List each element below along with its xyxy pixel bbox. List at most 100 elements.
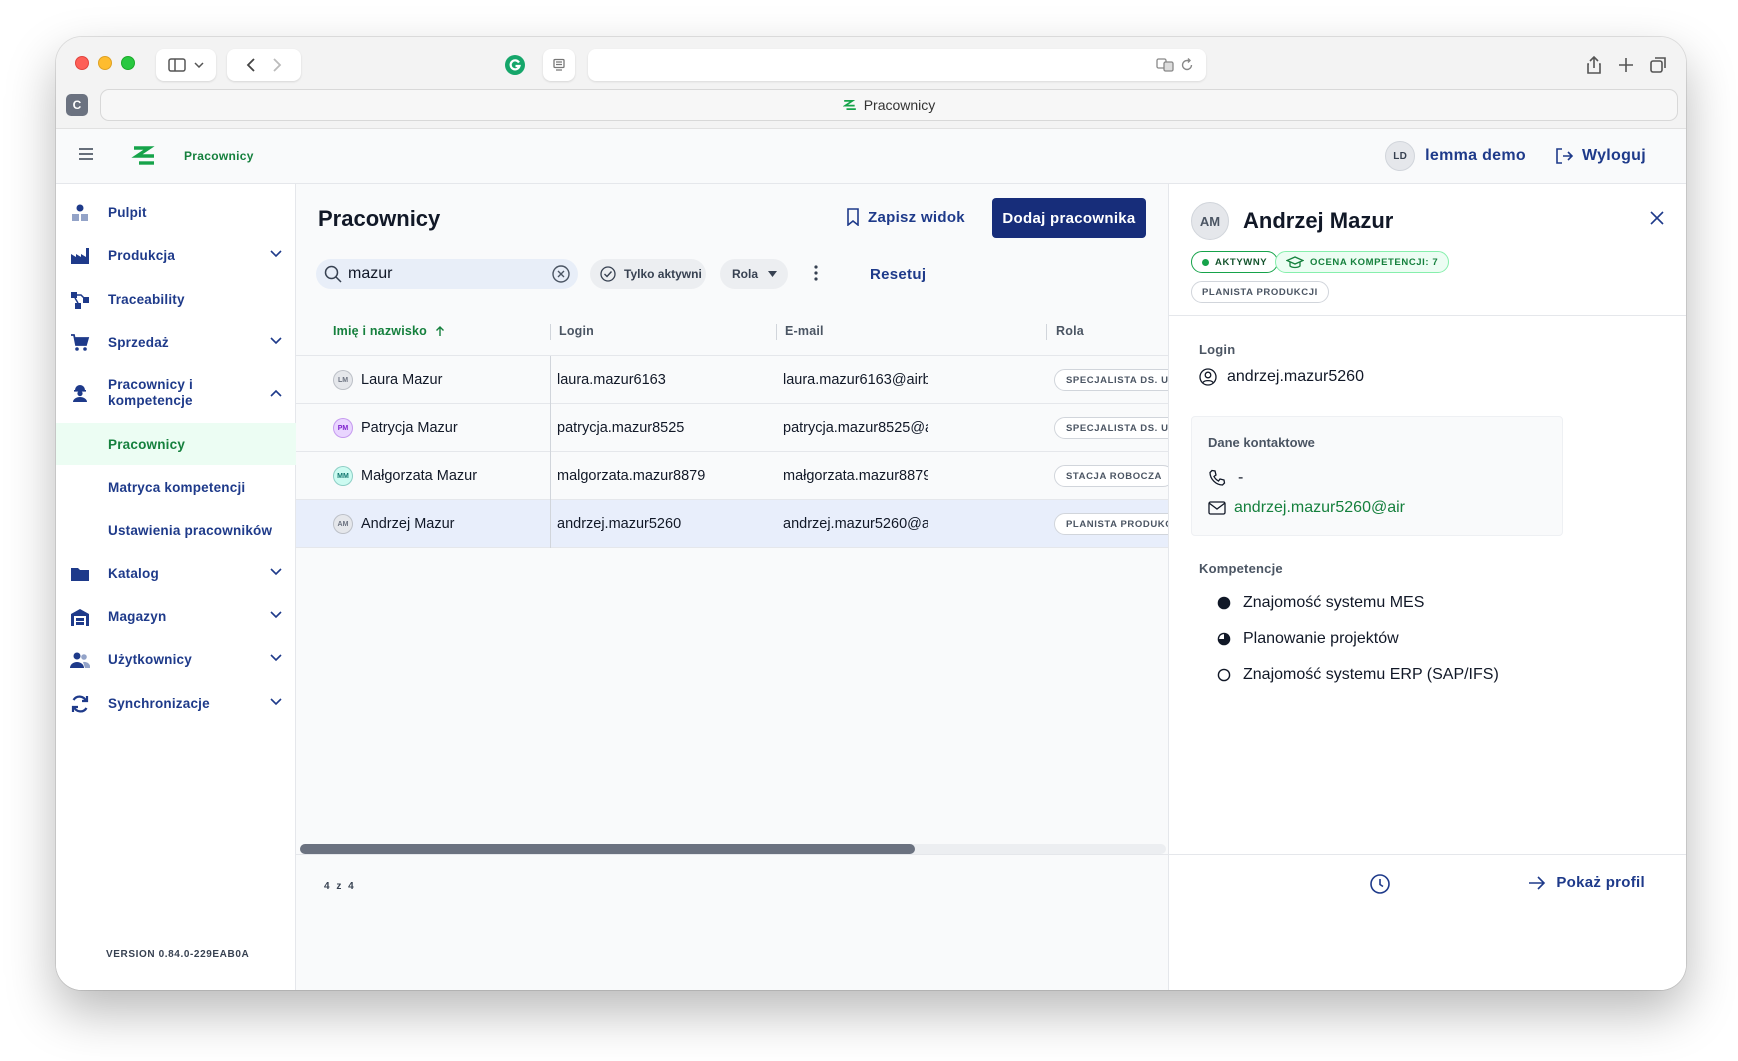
sidebar-item-label: Pracownicy i kompetencje — [108, 377, 193, 408]
clock-icon[interactable] — [1369, 873, 1391, 895]
only-active-filter-label: Tylko aktywni — [624, 267, 702, 281]
cell-role: SPECJALISTA DS. UTR — [1054, 356, 1168, 404]
sidebar-item-pulpit[interactable]: Pulpit — [56, 193, 296, 233]
sidebar-item-traceability[interactable]: Traceability — [56, 280, 296, 320]
sidebar-subitem-label: Ustawienia pracowników — [108, 522, 273, 538]
forward-icon[interactable] — [272, 57, 282, 73]
sidebar-item-pracownicy-i-kompetencje[interactable]: Pracownicy i kompetencje — [56, 367, 296, 419]
sidebar-subitem-ustawienia-pracownikow[interactable]: Ustawienia pracowników — [56, 509, 296, 551]
cell-email: małgorzata.mazur8879@airb — [783, 468, 928, 484]
horizontal-scrollbar[interactable] — [300, 844, 1166, 854]
chevron-up-icon — [270, 389, 282, 397]
worker-icon — [73, 385, 87, 402]
cell-login: malgorzata.mazur8879 — [557, 468, 706, 484]
bookmark-icon — [847, 208, 859, 226]
grammarly-extension-button[interactable] — [499, 49, 531, 81]
reset-filters-button[interactable]: Resetuj — [870, 266, 926, 283]
logout-label: Wyloguj — [1581, 147, 1646, 164]
show-profile-button[interactable]: Pokaż profil — [1528, 874, 1645, 891]
column-separator[interactable] — [776, 324, 777, 340]
table-row[interactable]: PM Patrycja Mazur patrycja.mazur8525 pat… — [296, 404, 1168, 452]
reload-icon[interactable] — [1180, 57, 1194, 73]
mail-icon — [1208, 501, 1226, 515]
cell-email: andrzej.mazur5260@a — [783, 516, 928, 532]
column-header-email[interactable]: E-mail — [785, 324, 824, 338]
minimize-window-button[interactable] — [98, 56, 112, 70]
users-icon — [70, 652, 90, 668]
app: Pracownicy LD lemma demo Wyloguj Pulpit — [56, 129, 1686, 990]
app-header: Pracownicy LD lemma demo Wyloguj — [56, 129, 1686, 184]
column-separator[interactable] — [550, 324, 551, 340]
employee-name: Patrycja Mazur — [361, 420, 458, 436]
close-icon[interactable] — [1650, 211, 1664, 225]
status-label: AKTYWNY — [1215, 256, 1268, 268]
employee-name: Laura Mazur — [361, 372, 443, 388]
user-menu[interactable]: LD lemma demo — [1385, 141, 1526, 171]
more-options-icon[interactable] — [814, 264, 818, 282]
role-badge: PLANISTA PRODUKCJI — [1191, 281, 1329, 303]
clear-search-icon[interactable] — [552, 265, 570, 283]
sidebar-item-produkcja[interactable]: Produkcja — [56, 236, 296, 276]
sidebar-item-katalog[interactable]: Katalog — [56, 554, 296, 594]
back-icon[interactable] — [246, 57, 256, 73]
sidebar-item-uzytkownicy[interactable]: Użytkownicy — [56, 640, 296, 680]
caret-down-icon — [768, 271, 778, 277]
logout-button[interactable]: Wyloguj — [1554, 147, 1646, 165]
arrow-right-icon — [1529, 875, 1546, 890]
address-bar[interactable] — [588, 49, 1206, 81]
phone-row: - — [1208, 469, 1243, 487]
search-input[interactable] — [348, 265, 538, 283]
sidebar-item-magazyn[interactable]: Magazyn — [56, 597, 296, 637]
column-header-login[interactable]: Login — [559, 324, 594, 338]
employee-name-heading: Andrzej Mazur — [1243, 208, 1394, 233]
reader-button[interactable] — [543, 49, 575, 81]
share-icon[interactable] — [1586, 55, 1602, 75]
app-version: VERSION 0.84.0-229EAB0A — [106, 949, 250, 960]
login-value: andrzej.mazur5260 — [1199, 368, 1364, 386]
table-row[interactable]: MM Małgorzata Mazur malgorzata.mazur8879… — [296, 452, 1168, 500]
pinned-tab[interactable]: C — [66, 94, 88, 116]
email-row[interactable]: andrzej.mazur5260@air — [1208, 499, 1408, 517]
status-dot — [1202, 258, 1209, 266]
scrollbar-thumb[interactable] — [300, 844, 915, 854]
column-header-name[interactable]: Imię i nazwisko — [333, 324, 445, 338]
column-separator[interactable] — [1046, 324, 1047, 340]
contact-details: Dane kontaktowe - andrzej.mazur5260@air — [1191, 416, 1563, 536]
email-link[interactable]: andrzej.mazur5260@air — [1234, 499, 1405, 517]
table-row[interactable]: LM Laura Mazur laura.mazur6163 laura.maz… — [296, 356, 1168, 404]
user-name: lemma demo — [1425, 147, 1526, 164]
role-filter-label: Rola — [732, 267, 759, 281]
panel-divider — [1169, 315, 1686, 316]
tab-overview-icon[interactable] — [1650, 55, 1668, 75]
table-row-selected[interactable]: AM Andrzej Mazur andrzej.mazur5260 andrz… — [296, 500, 1168, 548]
sidebar-subitem-matryca-kompetencji[interactable]: Matryca kompetencji — [56, 466, 296, 508]
save-view-button[interactable]: Zapisz widok — [846, 208, 965, 226]
reader-icon — [553, 58, 565, 71]
close-window-button[interactable] — [75, 56, 89, 70]
translate-icon[interactable] — [1156, 57, 1174, 73]
zoom-window-button[interactable] — [121, 56, 135, 70]
app-logo[interactable] — [131, 142, 157, 168]
menu-icon[interactable] — [78, 147, 94, 161]
skill-level-full-icon — [1217, 596, 1231, 610]
cell-email: laura.mazur6163@airb — [783, 372, 928, 388]
competence-item: Znajomość systemu MES — [1217, 594, 1424, 612]
status-badge: AKTYWNY — [1191, 251, 1279, 273]
active-tab[interactable]: Pracownicy — [100, 89, 1678, 121]
sidebar-toggle-button[interactable] — [156, 49, 216, 81]
sidebar-item-sprzedaz[interactable]: Sprzedaż — [56, 323, 296, 363]
cell-role: STACJA ROBOCZA — [1054, 452, 1168, 500]
cell-email: patrycja.mazur8525@airb — [783, 420, 928, 436]
warehouse-icon — [71, 609, 89, 626]
cell-role: SPECJALISTA DS. UTR — [1054, 404, 1168, 452]
role-filter[interactable]: Rola — [720, 259, 788, 289]
network-icon — [71, 292, 89, 309]
column-header-role[interactable]: Rola — [1056, 324, 1084, 338]
sidebar-item-synchronizacje[interactable]: Synchronizacje — [56, 684, 296, 724]
new-tab-icon[interactable] — [1618, 55, 1634, 75]
cart-icon — [71, 334, 90, 351]
only-active-filter[interactable]: Tylko aktywni — [590, 259, 706, 289]
sidebar-subitem-pracownicy[interactable]: Pracownicy — [56, 423, 296, 465]
add-employee-button[interactable]: Dodaj pracownika — [992, 198, 1146, 238]
folder-icon — [71, 568, 89, 581]
